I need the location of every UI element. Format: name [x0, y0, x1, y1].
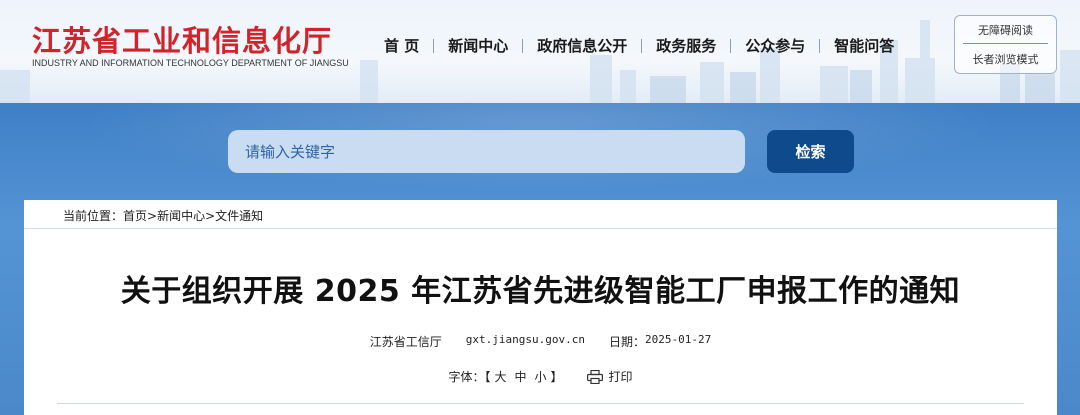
breadcrumb-bar: 当前位置： 首页 > 新闻中心 > 文件通知 [24, 200, 1057, 229]
print-button[interactable]: 打印 [586, 368, 633, 385]
article-meta: 江苏省工信厅 gxt.jiangsu.gov.cn 日期： 2025-01-27 [24, 333, 1057, 350]
article-date-label: 日期： [608, 335, 645, 349]
accessibility-panel: 无障碍阅读 长者浏览模式 [954, 15, 1057, 74]
nav-divider [819, 38, 821, 53]
font-size-close-bracket: 】 [550, 370, 563, 384]
nav-item-services[interactable]: 政务服务 [656, 35, 716, 56]
elder-mode-link[interactable]: 长者浏览模式 [955, 51, 1056, 67]
article-panel: 当前位置： 首页 > 新闻中心 > 文件通知 关于组织开展 2025 年江苏省先… [24, 200, 1057, 415]
nav-item-home[interactable]: 首 页 [384, 35, 419, 56]
font-size-medium[interactable]: 中 [514, 368, 526, 385]
accessibility-divider [963, 43, 1048, 44]
font-size-label: 字体：【 [448, 370, 491, 384]
nav-item-participation[interactable]: 公众参与 [745, 35, 805, 56]
article-title: 关于组织开展 2025 年江苏省先进级智能工厂申报工作的通知 [120, 274, 961, 309]
breadcrumb-home[interactable]: 首页 [123, 207, 147, 224]
article-tools: 字体：【 大 中 小 】 打印 [24, 368, 1057, 385]
breadcrumb-separator: > [205, 208, 216, 223]
breadcrumb-news[interactable]: 新闻中心 [157, 207, 205, 224]
nav-item-smart-qa[interactable]: 智能问答 [834, 35, 894, 56]
breadcrumb-separator: > [147, 208, 158, 223]
article-divider [57, 403, 1024, 404]
font-size-large[interactable]: 大 [494, 368, 506, 385]
barrier-free-reading-link[interactable]: 无障碍阅读 [955, 22, 1056, 38]
main-nav: 首 页 新闻中心 政府信息公开 政务服务 公众参与 智能问答 [384, 35, 894, 56]
nav-item-news[interactable]: 新闻中心 [448, 35, 508, 56]
site-logo-title[interactable]: 江苏省工业和信息化厅 [32, 18, 332, 60]
nav-divider [730, 38, 732, 53]
nav-item-gov-info[interactable]: 政府信息公开 [537, 35, 627, 56]
article-source: 江苏省工信厅 [369, 335, 442, 349]
article-domain: gxt.jiangsu.gov.cn [465, 333, 585, 346]
search-button[interactable]: 检索 [767, 130, 854, 173]
breadcrumb-prefix: 当前位置： [63, 209, 124, 223]
nav-divider [641, 38, 643, 53]
nav-divider [433, 38, 435, 53]
search-input[interactable] [228, 130, 745, 173]
breadcrumb: 当前位置： 首页 > 新闻中心 > 文件通知 [63, 207, 263, 224]
nav-divider [522, 38, 524, 53]
site-header: 江苏省工业和信息化厅 INDUSTRY AND INFORMATION TECH… [0, 0, 1080, 103]
print-label: 打印 [608, 370, 633, 384]
breadcrumb-notices[interactable]: 文件通知 [215, 207, 263, 224]
font-size-small[interactable]: 小 [535, 368, 547, 385]
article-date: 2025-01-27 [645, 333, 712, 346]
printer-icon [586, 369, 603, 384]
site-logo-subtitle: INDUSTRY AND INFORMATION TECHNOLOGY DEPA… [32, 58, 349, 68]
